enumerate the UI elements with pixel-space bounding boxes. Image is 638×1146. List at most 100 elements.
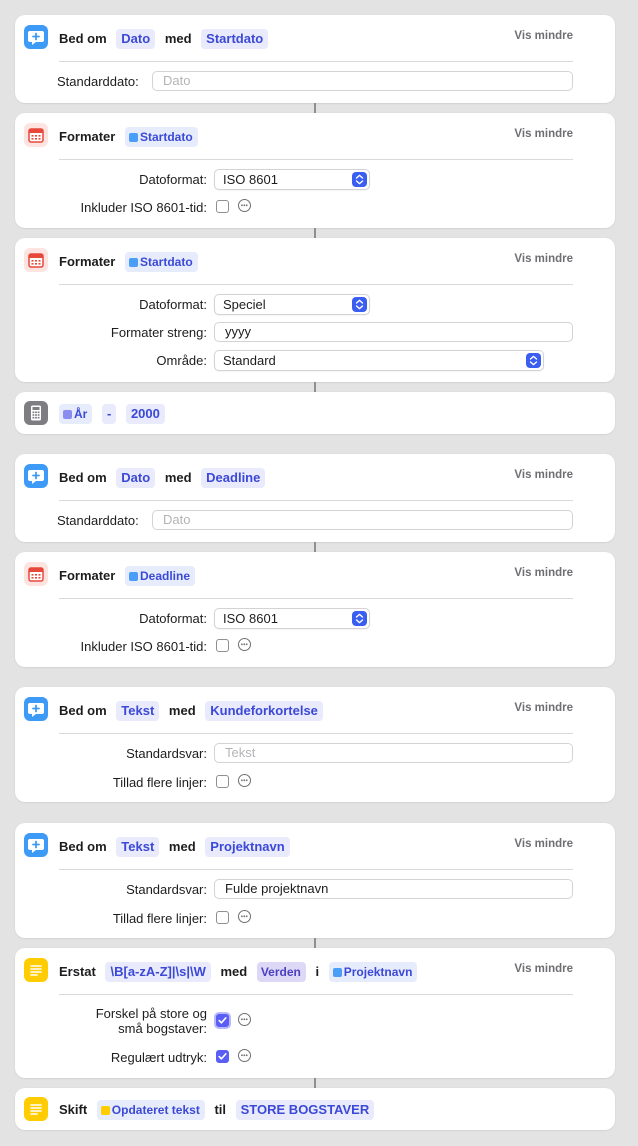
date-format-label: Datoformat: (139, 297, 207, 312)
iso-time-label: Inkluder ISO 8601-tid: (80, 639, 207, 654)
date-format-select[interactable]: Speciel (214, 294, 370, 315)
date-format-select[interactable]: ISO 8601 (214, 608, 370, 629)
region-select[interactable]: Standard (214, 350, 544, 371)
variable-icon (128, 132, 138, 142)
multiline-checkbox[interactable] (216, 911, 229, 924)
ellipsis-circle-icon[interactable] (238, 910, 251, 923)
default-date-label: Standarddato: (57, 74, 139, 89)
name-token[interactable]: Deadline (201, 467, 266, 488)
divider (59, 733, 573, 734)
variable-token-label: Startdato (139, 254, 193, 269)
regex-checkbox[interactable] (216, 1050, 229, 1063)
replacement-token[interactable]: Verden (256, 961, 306, 982)
vis-mindre-button[interactable]: Vis mindre (514, 128, 573, 140)
med-label: med (220, 963, 248, 979)
type-token[interactable]: Dato (116, 28, 156, 49)
calculator-icon (24, 401, 48, 425)
variable-token[interactable]: Deadline (124, 565, 195, 586)
calculate-card: År - 2000 (15, 392, 615, 434)
format-date-card-3: Formater Deadline Vis mindre Datoformat:… (15, 552, 615, 667)
ellipsis-circle-icon[interactable] (238, 1049, 251, 1062)
multiline-row: Tillad flere linjer: (15, 908, 615, 930)
vis-mindre-button[interactable]: Vis mindre (514, 567, 573, 579)
variable-token-label: Deadline (139, 568, 190, 583)
vis-mindre-button[interactable]: Vis mindre (514, 838, 573, 850)
iso-time-row: Inkluder ISO 8601-tid: (15, 197, 615, 219)
vis-mindre-button[interactable]: Vis mindre (514, 963, 573, 975)
vis-mindre-button[interactable]: Vis mindre (514, 702, 573, 714)
default-answer-row: Standardsvar: Tekst (15, 743, 615, 765)
action-header: Bed om Dato med Startdato Vis mindre (15, 15, 615, 61)
action-header: Bed om Tekst med Kundeforkortelse Vis mi… (15, 687, 615, 733)
variable-token-label: Projektnavn (343, 964, 413, 979)
date-format-label: Datoformat: (139, 611, 207, 626)
operator-token[interactable]: - (101, 403, 117, 424)
speech-bubble-plus-icon (24, 697, 48, 721)
action-verb: Formater (59, 567, 116, 583)
type-token[interactable]: Tekst (116, 700, 160, 721)
type-token[interactable]: Tekst (116, 836, 160, 857)
multiline-row: Tillad flere linjer: (15, 772, 615, 794)
variable-token[interactable]: Projektnavn (328, 961, 418, 982)
ask-deadline-card: Bed om Dato med Deadline Vis mindre Stan… (15, 454, 615, 542)
ellipsis-circle-icon[interactable] (238, 638, 251, 651)
replace-card: Erstat \B[a-zA-Z]|\s|\W med Verden i Pro… (15, 948, 615, 1078)
multiline-checkbox[interactable] (216, 775, 229, 788)
date-format-value: Speciel (223, 297, 266, 312)
default-date-row: Standarddato: Dato (15, 510, 615, 532)
multiline-label: Tillad flere linjer: (112, 911, 207, 926)
action-header: Formater Deadline Vis mindre (15, 552, 615, 598)
type-token[interactable]: Dato (116, 467, 156, 488)
calendar-icon (24, 562, 48, 586)
case-sensitive-row: Forskel på store og små bogstaver: (15, 1006, 615, 1036)
vis-mindre-button[interactable]: Vis mindre (514, 469, 573, 481)
action-title: Erstat \B[a-zA-Z]|\s|\W med Verden i Pro… (59, 961, 423, 982)
case-sensitive-checkbox[interactable] (216, 1014, 229, 1027)
variable-icon (63, 409, 72, 419)
ellipsis-circle-icon[interactable] (238, 199, 251, 212)
region-value: Standard (223, 353, 276, 368)
iso-time-label: Inkluder ISO 8601-tid: (80, 200, 207, 215)
med-label: med (168, 702, 196, 718)
default-answer-field[interactable]: Tekst (214, 743, 573, 763)
date-format-select[interactable]: ISO 8601 (214, 169, 370, 190)
case-sensitive-label-line1: Forskel på store og (95, 1006, 207, 1021)
iso-time-checkbox[interactable] (216, 639, 229, 652)
name-token[interactable]: Projektnavn (205, 836, 290, 857)
name-token[interactable]: Kundeforkortelse (205, 700, 323, 721)
speech-bubble-plus-icon (24, 25, 48, 49)
name-token[interactable]: Startdato (201, 28, 269, 49)
calendar-icon (24, 123, 48, 147)
ellipsis-circle-icon[interactable] (238, 1013, 251, 1026)
variable-token[interactable]: Startdato (124, 126, 198, 147)
variable-token-label: Startdato (139, 129, 193, 144)
pattern-token[interactable]: \B[a-zA-Z]|\s|\W (105, 961, 211, 982)
number-token[interactable]: 2000 (125, 403, 165, 424)
connector (314, 228, 316, 238)
default-answer-field[interactable]: Fulde projektnavn (214, 879, 573, 899)
vis-mindre-button[interactable]: Vis mindre (514, 253, 573, 265)
format-string-field[interactable]: yyyy (214, 322, 573, 342)
iso-time-checkbox[interactable] (216, 200, 229, 213)
default-date-field[interactable]: Dato (152, 510, 573, 530)
divider (59, 869, 573, 870)
vis-mindre-button[interactable]: Vis mindre (514, 30, 573, 42)
chevron-updown-icon (526, 353, 541, 368)
ellipsis-circle-icon[interactable] (238, 774, 251, 787)
default-date-label: Standarddato: (57, 513, 139, 528)
case-token[interactable]: STORE BOGSTAVER (235, 1099, 375, 1120)
variable-token[interactable]: Startdato (124, 251, 198, 272)
default-answer-label: Standardsvar: (126, 746, 207, 761)
chevron-updown-icon (352, 297, 367, 312)
variable-token[interactable]: Opdateret tekst (96, 1099, 205, 1120)
multiline-label: Tillad flere linjer: (112, 775, 207, 790)
region-label: Område: (156, 353, 207, 368)
speech-bubble-plus-icon (24, 833, 48, 857)
default-date-field[interactable]: Dato (152, 71, 573, 91)
date-format-row: Datoformat: ISO 8601 (15, 608, 615, 630)
variable-token[interactable]: År (59, 403, 93, 424)
date-format-row: Datoformat: Speciel (15, 294, 615, 316)
action-verb: Formater (59, 253, 116, 269)
action-header: Formater Startdato Vis mindre (15, 238, 615, 284)
action-verb: Erstat (59, 963, 96, 979)
